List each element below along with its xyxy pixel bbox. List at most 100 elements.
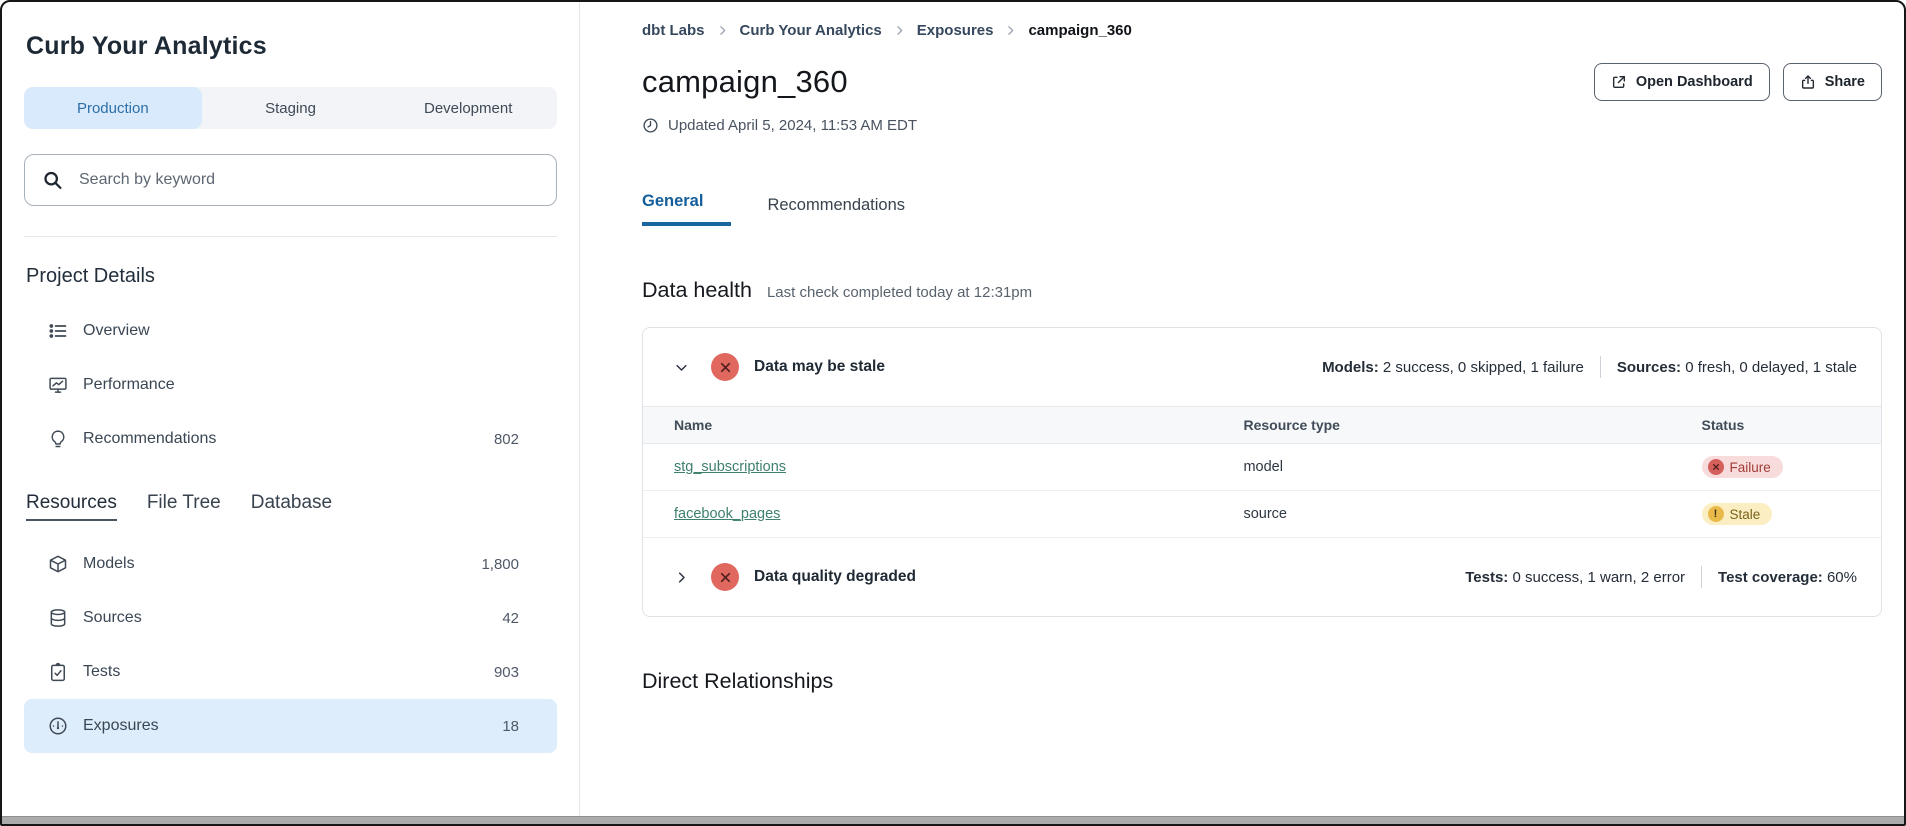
breadcrumb-current: campaign_360 bbox=[1028, 22, 1131, 39]
sidebar-item-label: Sources bbox=[83, 609, 142, 627]
page-title: campaign_360 bbox=[642, 64, 848, 100]
sidebar-item-sources[interactable]: Sources 42 bbox=[24, 591, 557, 645]
direct-relationships-title: Direct Relationships bbox=[642, 669, 1882, 694]
recommendations-bulb-icon bbox=[48, 429, 68, 449]
data-health-subtext: Last check completed today at 12:31pm bbox=[767, 284, 1032, 301]
warning-circle-icon: ! bbox=[1708, 506, 1724, 522]
data-health-header: Data health Last check completed today a… bbox=[642, 278, 1882, 303]
tests-clipboard-icon bbox=[48, 662, 68, 682]
error-x-circle-icon bbox=[1708, 459, 1724, 475]
sidebar-item-performance[interactable]: Performance bbox=[24, 358, 557, 412]
stale-group-summary: Models: 2 success, 0 skipped, 1 failure … bbox=[1322, 356, 1857, 378]
sidebar-item-models[interactable]: Models 1,800 bbox=[24, 537, 557, 591]
models-cube-icon bbox=[48, 554, 68, 574]
resource-type-cell: model bbox=[1212, 444, 1670, 491]
quality-group-row[interactable]: Data quality degraded Tests: 0 success, … bbox=[643, 538, 1881, 616]
resource-link-facebook-pages[interactable]: facebook_pages bbox=[674, 506, 780, 522]
resource-link-stg-subscriptions[interactable]: stg_subscriptions bbox=[674, 459, 786, 475]
chevron-down-icon[interactable] bbox=[674, 360, 690, 375]
breadcrumb-exposures[interactable]: Exposures bbox=[917, 22, 994, 39]
tab-database[interactable]: Database bbox=[251, 492, 332, 521]
sidebar-item-count: 18 bbox=[502, 718, 519, 735]
data-health-card: Data may be stale Models: 2 success, 0 s… bbox=[642, 327, 1882, 617]
page-header: campaign_360 Open Dashboard bbox=[642, 63, 1882, 101]
stale-resources-table: Name Resource type Status stg_subscripti… bbox=[643, 406, 1881, 538]
overview-list-icon bbox=[48, 321, 68, 341]
sidebar-item-label: Exposures bbox=[83, 717, 159, 735]
table-row: facebook_pages source ! Stale bbox=[643, 491, 1881, 538]
coverage-summary-value: 60% bbox=[1823, 569, 1857, 586]
summary-divider bbox=[1701, 566, 1702, 588]
share-button[interactable]: Share bbox=[1783, 63, 1882, 101]
tab-resources[interactable]: Resources bbox=[26, 492, 117, 521]
clock-icon bbox=[642, 117, 659, 134]
open-dashboard-button[interactable]: Open Dashboard bbox=[1594, 63, 1770, 101]
sidebar-item-count: 802 bbox=[494, 431, 519, 448]
updated-row: Updated April 5, 2024, 11:53 AM EDT bbox=[642, 117, 1882, 134]
page-tabs: General Recommendations bbox=[642, 192, 1882, 226]
sidebar-item-count: 903 bbox=[494, 664, 519, 681]
sources-summary-value: 0 fresh, 0 delayed, 1 stale bbox=[1681, 359, 1857, 376]
sidebar-item-count: 1,800 bbox=[481, 556, 519, 573]
chevron-right-icon[interactable] bbox=[674, 570, 690, 585]
resource-type-cell: source bbox=[1212, 491, 1670, 538]
resource-view-tabs: Resources File Tree Database bbox=[26, 492, 557, 521]
breadcrumb: dbt Labs Curb Your Analytics Exposures c… bbox=[642, 22, 1882, 39]
environment-tabs: Production Staging Development bbox=[24, 87, 557, 129]
performance-monitor-icon bbox=[48, 375, 68, 395]
updated-text: Updated April 5, 2024, 11:53 AM EDT bbox=[668, 117, 917, 134]
sidebar-item-label: Overview bbox=[83, 322, 150, 340]
status-badge-label: Stale bbox=[1730, 507, 1761, 522]
header-actions: Open Dashboard Share bbox=[1594, 63, 1882, 101]
window-bottom-edge bbox=[2, 816, 1904, 824]
sidebar-item-tests[interactable]: Tests 903 bbox=[24, 645, 557, 699]
quality-group-title: Data quality degraded bbox=[754, 568, 916, 586]
sidebar-item-count: 42 bbox=[502, 610, 519, 627]
status-badge-failure: Failure bbox=[1702, 456, 1783, 478]
stale-group-row[interactable]: Data may be stale Models: 2 success, 0 s… bbox=[643, 328, 1881, 406]
sources-summary-label: Sources: bbox=[1617, 359, 1681, 376]
sidebar-item-exposures[interactable]: Exposures 18 bbox=[24, 699, 557, 753]
breadcrumb-project[interactable]: Curb Your Analytics bbox=[740, 22, 882, 39]
sidebar-item-overview[interactable]: Overview bbox=[24, 304, 557, 358]
models-summary-value: 2 success, 0 skipped, 1 failure bbox=[1379, 359, 1584, 376]
status-badge-label: Failure bbox=[1730, 460, 1771, 475]
share-icon bbox=[1800, 74, 1816, 90]
env-tab-staging[interactable]: Staging bbox=[202, 87, 380, 129]
table-header-row: Name Resource type Status bbox=[643, 407, 1881, 444]
column-header-status: Status bbox=[1671, 407, 1881, 444]
models-summary-label: Models: bbox=[1322, 359, 1379, 376]
search-input[interactable] bbox=[24, 154, 557, 206]
sidebar-item-label: Tests bbox=[83, 663, 120, 681]
coverage-summary-label: Test coverage: bbox=[1718, 569, 1823, 586]
status-badge-stale: ! Stale bbox=[1702, 503, 1773, 525]
sidebar-item-label: Models bbox=[83, 555, 135, 573]
project-details-nav: Overview Performance bbox=[24, 304, 557, 466]
sidebar: Curb Your Analytics Production Staging D… bbox=[2, 2, 580, 816]
sources-database-icon bbox=[48, 608, 68, 628]
tab-recommendations[interactable]: Recommendations bbox=[767, 196, 905, 226]
env-tab-production[interactable]: Production bbox=[24, 87, 202, 129]
env-tab-development[interactable]: Development bbox=[379, 87, 557, 129]
share-label: Share bbox=[1825, 74, 1865, 90]
column-header-name: Name bbox=[643, 407, 1212, 444]
external-link-icon bbox=[1611, 74, 1627, 90]
exposures-gauge-icon bbox=[48, 716, 68, 736]
project-title: Curb Your Analytics bbox=[26, 32, 557, 61]
open-dashboard-label: Open Dashboard bbox=[1636, 74, 1753, 90]
chevron-right-icon bbox=[1004, 24, 1017, 37]
tab-file-tree[interactable]: File Tree bbox=[147, 492, 221, 521]
sidebar-item-recommendations[interactable]: Recommendations 802 bbox=[24, 412, 557, 466]
column-header-resource-type: Resource type bbox=[1212, 407, 1670, 444]
project-details-heading: Project Details bbox=[26, 265, 557, 288]
sidebar-item-label: Recommendations bbox=[83, 430, 216, 448]
table-row: stg_subscriptions model Failure bbox=[643, 444, 1881, 491]
tab-general[interactable]: General bbox=[642, 192, 731, 226]
summary-divider bbox=[1600, 356, 1601, 378]
main-panel: dbt Labs Curb Your Analytics Exposures c… bbox=[580, 2, 1904, 816]
error-x-circle-icon bbox=[711, 353, 739, 381]
app-window: Curb Your Analytics Production Staging D… bbox=[0, 0, 1906, 826]
quality-group-summary: Tests: 0 success, 1 warn, 2 error Test c… bbox=[1465, 566, 1857, 588]
chevron-right-icon bbox=[716, 24, 729, 37]
breadcrumb-dbt-labs[interactable]: dbt Labs bbox=[642, 22, 705, 39]
